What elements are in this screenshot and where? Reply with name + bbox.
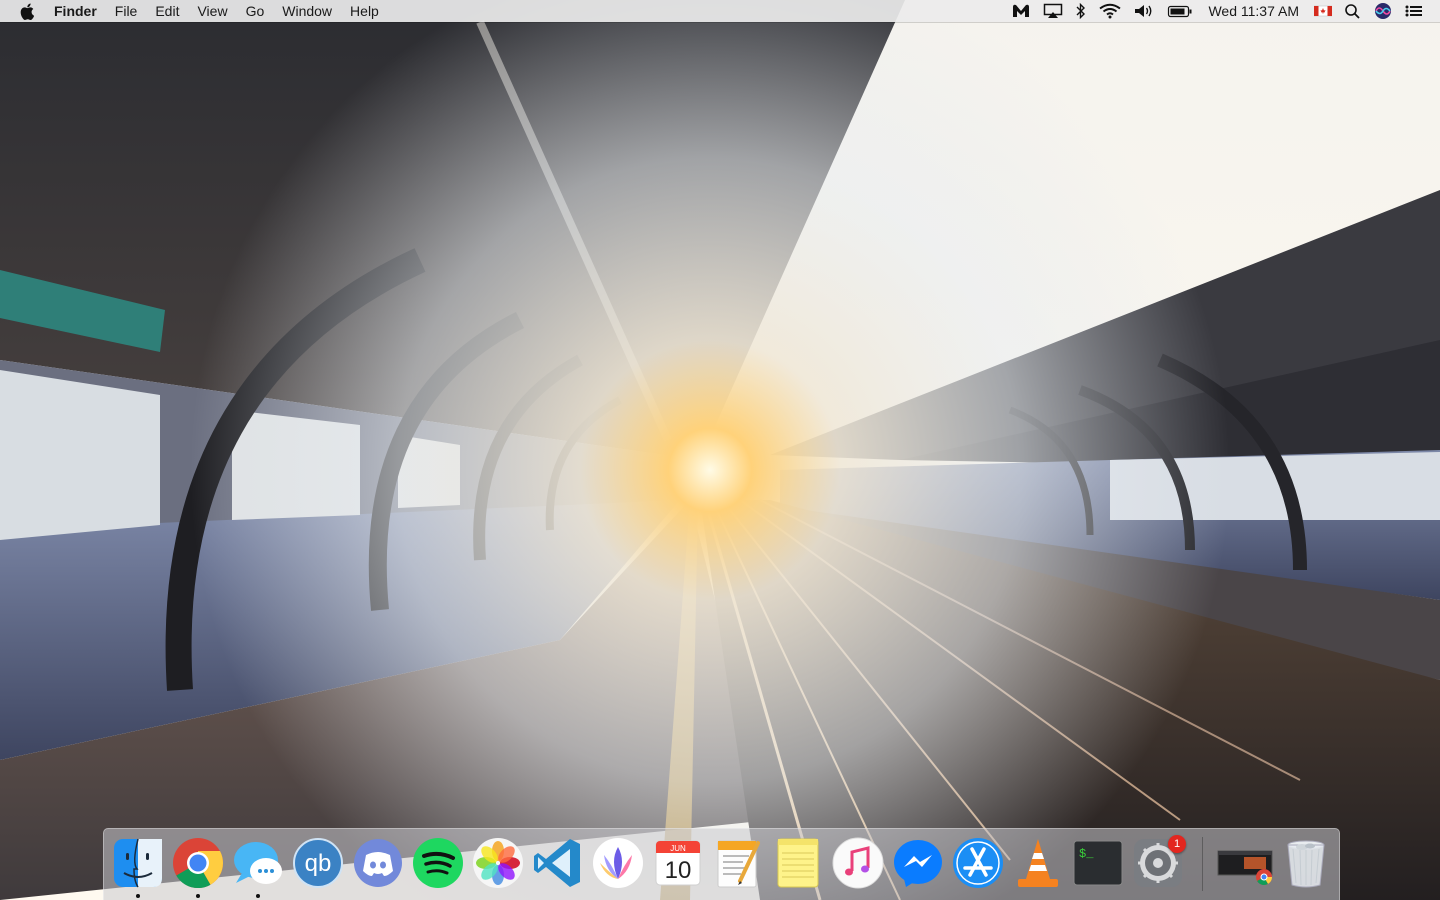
svg-text:qb: qb [305,850,332,877]
qbittorrent-icon: qb [293,838,343,888]
dock-calendar[interactable]: JUN 10 [650,835,706,891]
dock-trash[interactable] [1278,835,1334,891]
trash-icon [1287,840,1325,888]
wifi-icon[interactable] [1093,0,1127,22]
running-indicator [196,894,200,898]
spotlight-search-icon[interactable] [1338,0,1368,22]
siri-icon[interactable] [1368,0,1398,22]
bluetooth-icon[interactable] [1069,0,1093,22]
chrome-icon [173,838,224,889]
pages-icon [717,840,760,888]
dock-chrome[interactable] [170,835,226,898]
malwarebytes-icon[interactable] [1005,0,1037,22]
notes-icon [777,838,819,888]
dock-messages[interactable] [230,835,286,898]
dock-terminal[interactable]: $_ [1070,835,1126,891]
dock-pages[interactable] [710,835,766,891]
airplay-icon[interactable] [1037,0,1069,22]
app-store-icon [953,838,1003,888]
messages-icon [234,842,282,884]
minimized-window-icon [1217,850,1273,885]
calendar-icon: JUN 10 [655,840,701,886]
svg-text:10: 10 [665,857,692,884]
dock-affinity[interactable] [590,835,646,891]
menu-go[interactable]: Go [237,0,274,22]
desktop: Finder File Edit View Go Window Help Wed… [0,0,1440,900]
dock-app-store[interactable] [950,835,1006,891]
photos-icon [473,838,523,888]
vlc-icon [1018,839,1058,887]
spotify-icon [413,838,463,888]
notification-center-icon[interactable] [1398,0,1430,22]
svg-text:JUN: JUN [670,844,686,853]
dock-system-preferences[interactable]: 1 [1130,835,1186,891]
menu-window[interactable]: Window [273,0,341,22]
messenger-icon [894,840,942,887]
dock-finder[interactable] [110,835,166,898]
dock-photos[interactable] [470,835,526,891]
discord-icon [354,839,402,887]
notification-badge: 1 [1168,835,1186,853]
finder-icon [114,838,162,888]
affinity-icon [593,838,643,888]
dock-qbittorrent[interactable]: qb [290,835,346,891]
menu-clock[interactable]: Wed 11:37 AM [1199,0,1308,22]
menu-help[interactable]: Help [341,0,388,22]
dock-discord[interactable] [350,835,406,891]
itunes-icon [832,837,884,889]
menu-edit[interactable]: Edit [146,0,188,22]
menu-app-name[interactable]: Finder [54,0,106,22]
dock-minimized-window[interactable] [1214,835,1278,891]
terminal-icon: $_ [1073,840,1123,886]
running-indicator [136,894,140,898]
dock-vscode[interactable] [530,835,586,891]
wallpaper [0,0,1440,900]
volume-icon[interactable] [1127,0,1161,22]
menu-bar: Finder File Edit View Go Window Help Wed… [0,0,1440,22]
dock-messenger[interactable] [890,835,946,891]
running-indicator [256,894,260,898]
dock-notes[interactable] [770,835,826,891]
svg-text:$_: $_ [1079,847,1094,861]
apple-menu-icon[interactable] [0,0,54,22]
vscode-icon [534,839,580,887]
dock-separator [1202,837,1203,891]
dock-spotify[interactable] [410,835,466,891]
dock: qb JUN 10 $_ 1 [103,828,1340,900]
dock-itunes[interactable] [830,835,886,891]
menu-view[interactable]: View [188,0,236,22]
canada-flag-icon[interactable] [1308,0,1338,22]
battery-icon[interactable] [1161,0,1199,22]
menu-file[interactable]: File [106,0,147,22]
dock-vlc[interactable] [1010,835,1066,891]
